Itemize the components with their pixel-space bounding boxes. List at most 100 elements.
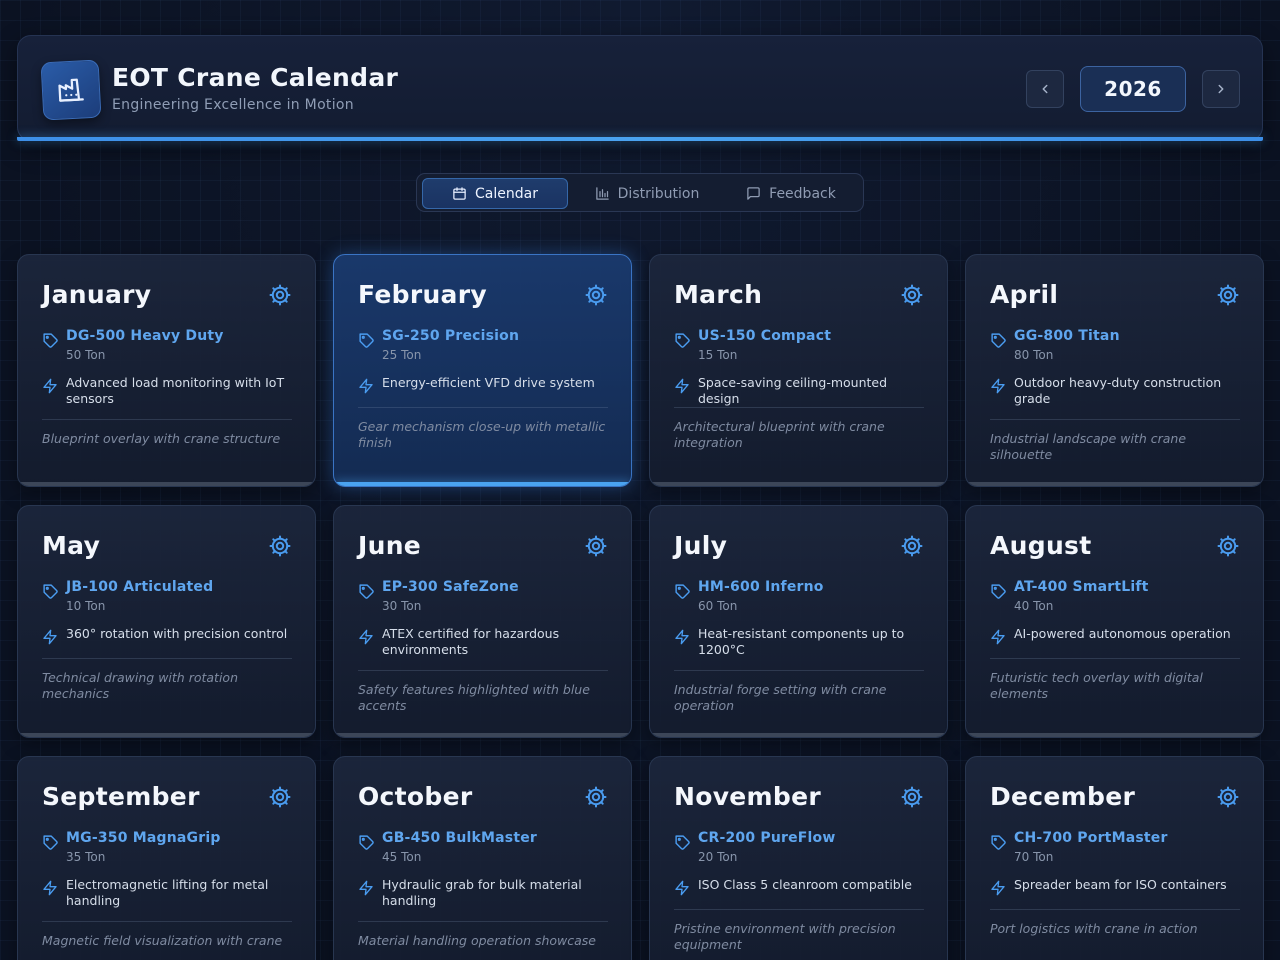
card-divider bbox=[990, 419, 1240, 420]
tab-feedback-label: Feedback bbox=[769, 185, 836, 202]
month-card-september[interactable]: September MG-350 MagnaGrip 35 Ton Electroma… bbox=[17, 756, 316, 960]
crane-model: MG-350 MagnaGrip bbox=[66, 830, 221, 846]
tag-icon bbox=[674, 332, 691, 353]
crane-model: AT-400 SmartLift bbox=[1014, 579, 1149, 595]
tag-icon bbox=[358, 583, 375, 604]
month-card-december[interactable]: December CH-700 PortMaster 70 Ton Spreader … bbox=[965, 756, 1264, 960]
month-card-february[interactable]: February SG-250 Precision 25 Ton Energy-eff… bbox=[333, 254, 632, 487]
crane-capacity: 60 Ton bbox=[698, 599, 738, 613]
crane-model: CH-700 PortMaster bbox=[1014, 830, 1168, 846]
month-card-november[interactable]: November CR-200 PureFlow 20 Ton ISO Class 5… bbox=[649, 756, 948, 960]
tag-icon bbox=[42, 583, 59, 604]
crane-model: US-150 Compact bbox=[698, 328, 832, 344]
visual-description: Technical drawing with rotation mechanic… bbox=[42, 670, 238, 701]
message-icon bbox=[747, 187, 760, 200]
gear-icon[interactable] bbox=[268, 534, 292, 558]
gear-icon[interactable] bbox=[1216, 534, 1240, 558]
crane-capacity: 15 Ton bbox=[698, 348, 738, 362]
month-card-june[interactable]: June EP-300 SafeZone 30 Ton ATEX certified … bbox=[333, 505, 632, 738]
tab-calendar-label: Calendar bbox=[475, 185, 538, 202]
crane-capacity: 35 Ton bbox=[66, 850, 106, 864]
bolt-icon bbox=[42, 880, 58, 900]
tab-distribution[interactable]: Distribution bbox=[577, 178, 717, 209]
bolt-icon bbox=[990, 880, 1006, 900]
gear-icon[interactable] bbox=[268, 283, 292, 307]
tab-feedback[interactable]: Feedback bbox=[727, 178, 855, 209]
month-card-january[interactable]: January DG-500 Heavy Duty 50 Ton Advanced l… bbox=[17, 254, 316, 487]
crane-capacity: 30 Ton bbox=[382, 599, 422, 613]
month-title: January bbox=[42, 280, 152, 309]
page-subtitle: Engineering Excellence in Motion bbox=[112, 97, 354, 113]
gear-icon[interactable] bbox=[900, 534, 924, 558]
crane-feature: Advanced load monitoring with IoT sensor… bbox=[66, 375, 285, 406]
tag-icon bbox=[42, 332, 59, 353]
month-card-april[interactable]: April GG-800 Titan 80 Ton Outdoor heavy-dut… bbox=[965, 254, 1264, 487]
visual-description: Blueprint overlay with crane structure bbox=[42, 431, 281, 446]
page-title: EOT Crane Calendar bbox=[112, 63, 399, 92]
bolt-icon bbox=[358, 378, 374, 398]
crane-capacity: 50 Ton bbox=[66, 348, 106, 362]
chevron-right-icon bbox=[1218, 84, 1224, 94]
gear-icon[interactable] bbox=[584, 785, 608, 809]
crane-feature: Outdoor heavy-duty construction grade bbox=[1014, 375, 1222, 406]
crane-capacity: 20 Ton bbox=[698, 850, 738, 864]
month-card-august[interactable]: August AT-400 SmartLift 40 Ton AI-powered a… bbox=[965, 505, 1264, 738]
crane-feature: Heat-resistant components up to 1200°C bbox=[698, 626, 905, 657]
next-year-button[interactable] bbox=[1202, 70, 1240, 108]
tag-icon bbox=[990, 834, 1007, 855]
bolt-icon bbox=[990, 629, 1006, 649]
month-title: June bbox=[358, 531, 422, 560]
month-title: October bbox=[358, 782, 473, 811]
tag-icon bbox=[674, 834, 691, 855]
month-title: July bbox=[674, 531, 728, 560]
visual-description: Safety features highlighted with blue ac… bbox=[358, 682, 590, 713]
card-divider bbox=[358, 670, 608, 671]
gear-icon[interactable] bbox=[268, 785, 292, 809]
visual-description: Industrial forge setting with crane oper… bbox=[674, 682, 887, 713]
month-title: September bbox=[42, 782, 200, 811]
visual-description: Architectural blueprint with crane integ… bbox=[674, 419, 885, 450]
chevron-left-icon bbox=[1042, 84, 1048, 94]
visual-description: Port logistics with crane in action bbox=[990, 921, 1198, 936]
tag-icon bbox=[358, 332, 375, 353]
month-card-july[interactable]: July HM-600 Inferno 60 Ton Heat-resistant c… bbox=[649, 505, 948, 738]
month-card-october[interactable]: October GB-450 BulkMaster 45 Ton Hydraulic … bbox=[333, 756, 632, 960]
tag-icon bbox=[674, 583, 691, 604]
gear-icon[interactable] bbox=[584, 534, 608, 558]
card-divider bbox=[990, 909, 1240, 910]
year-display: 2026 bbox=[1080, 66, 1186, 112]
month-title: December bbox=[990, 782, 1136, 811]
gear-icon[interactable] bbox=[1216, 283, 1240, 307]
gear-icon[interactable] bbox=[1216, 785, 1240, 809]
crane-feature: Hydraulic grab for bulk material handlin… bbox=[382, 877, 582, 908]
crane-feature: Energy-efficient VFD drive system bbox=[382, 375, 595, 390]
tab-distribution-label: Distribution bbox=[617, 185, 700, 202]
crane-model: CR-200 PureFlow bbox=[698, 830, 836, 846]
month-title: February bbox=[358, 280, 487, 309]
bolt-icon bbox=[990, 378, 1006, 398]
crane-capacity: 80 Ton bbox=[1014, 348, 1054, 362]
visual-description: Magnetic field visualization with crane bbox=[42, 933, 283, 948]
visual-description: Pristine environment with precision equi… bbox=[674, 921, 896, 952]
crane-feature: AI-powered autonomous operation bbox=[1014, 626, 1231, 641]
gear-icon[interactable] bbox=[584, 283, 608, 307]
factory-icon bbox=[40, 59, 102, 121]
month-card-may[interactable]: May JB-100 Articulated 10 Ton 360° rotation… bbox=[17, 505, 316, 738]
crane-feature: Space-saving ceiling-mounted design bbox=[698, 375, 888, 406]
gear-icon[interactable] bbox=[900, 283, 924, 307]
month-title: November bbox=[674, 782, 821, 811]
prev-year-button[interactable] bbox=[1026, 70, 1064, 108]
crane-model: GB-450 BulkMaster bbox=[382, 830, 538, 846]
crane-model: GG-800 Titan bbox=[1014, 328, 1120, 344]
tab-calendar[interactable]: Calendar bbox=[422, 178, 568, 209]
card-divider bbox=[358, 407, 608, 408]
month-card-march[interactable]: March US-150 Compact 15 Ton Space-saving ce… bbox=[649, 254, 948, 487]
crane-capacity: 25 Ton bbox=[382, 348, 422, 362]
visual-description: Gear mechanism close-up with metallic fi… bbox=[358, 419, 606, 450]
month-title: March bbox=[674, 280, 763, 309]
crane-feature: ISO Class 5 cleanroom compatible bbox=[698, 877, 912, 892]
calendar-icon bbox=[453, 187, 466, 200]
bolt-icon bbox=[42, 629, 58, 649]
gear-icon[interactable] bbox=[900, 785, 924, 809]
crane-feature: 360° rotation with precision control bbox=[66, 626, 288, 641]
